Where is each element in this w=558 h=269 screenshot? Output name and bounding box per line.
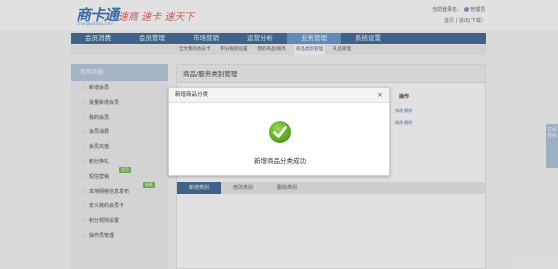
close-icon[interactable]: × [377, 88, 383, 103]
dialog-title: 新增商品分类 [175, 92, 209, 98]
page: 商卡通 shangkatong.com 速商 速卡 速天下 当前登录名： 管理员… [0, 0, 558, 269]
dialog-message: 新增商品分类成功 [254, 157, 306, 165]
dialog-header: 新增商品分类 × [169, 88, 389, 103]
success-check-icon [269, 121, 291, 143]
success-dialog: 新增商品分类 × 新增商品分类成功 [168, 87, 390, 176]
